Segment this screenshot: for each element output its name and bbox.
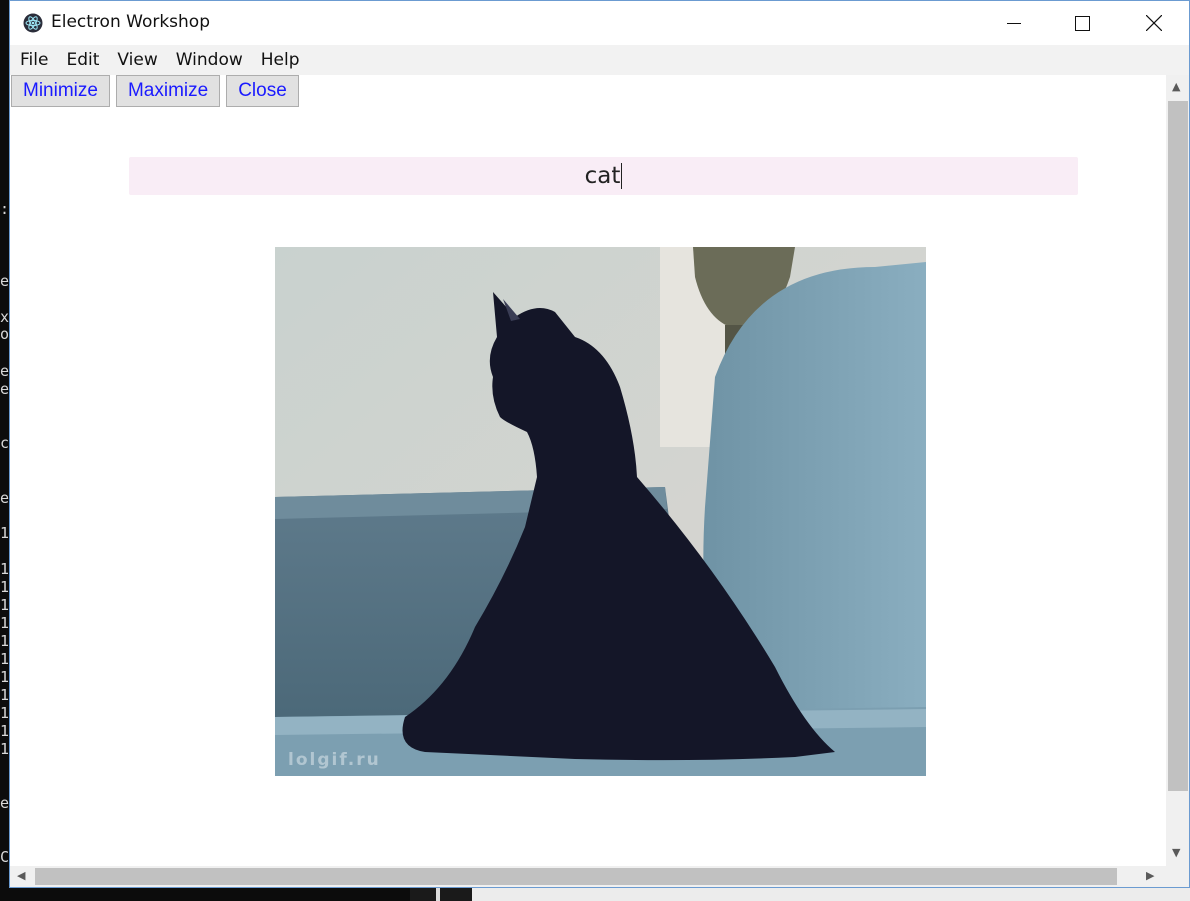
close-button[interactable]: Close (226, 75, 299, 107)
minimize-icon (1007, 23, 1021, 24)
background-terminal-text: 1 (0, 740, 10, 758)
close-icon (1146, 15, 1162, 31)
vertical-scrollbar[interactable]: ▲ ▼ (1166, 75, 1189, 866)
menu-help[interactable]: Help (252, 45, 309, 75)
background-terminal-text: 1 (0, 704, 10, 722)
menu-bar: File Edit View Window Help (10, 45, 1189, 75)
cat-picture (275, 247, 926, 776)
background-window-strip (436, 888, 440, 901)
menu-edit[interactable]: Edit (57, 45, 108, 75)
horizontal-scroll-thumb[interactable] (35, 868, 1117, 885)
title-bar[interactable]: Electron Workshop (10, 1, 1189, 45)
horizontal-scrollbar[interactable]: ◀ ▶ (10, 866, 1166, 887)
minimize-button[interactable]: Minimize (11, 75, 110, 107)
menu-view[interactable]: View (108, 45, 166, 75)
vertical-scroll-thumb[interactable] (1168, 101, 1188, 791)
app-window: Electron Workshop File Edit View Window … (9, 0, 1190, 888)
close-window-button[interactable] (1120, 1, 1188, 45)
window-title: Electron Workshop (51, 12, 211, 32)
background-terminal-text: 1 (0, 632, 10, 650)
background-terminal-text: x (0, 308, 10, 326)
background-terminal-text: 1 (0, 560, 10, 578)
background-terminal-text: : (0, 200, 10, 218)
background-terminal-text: 1 (0, 650, 10, 668)
scroll-right-arrow-icon[interactable]: ▶ (1146, 869, 1154, 882)
maximize-window-button[interactable] (1048, 1, 1116, 45)
background-terminal-text: e (0, 489, 10, 507)
background-terminal-text: 1 (0, 614, 10, 632)
cat-gif-image: lolgif.ru (275, 247, 926, 776)
page-content: Minimize Maximize Close cat lolgif.ru (10, 75, 1166, 866)
minimize-window-button[interactable] (980, 1, 1048, 45)
scroll-left-arrow-icon[interactable]: ◀ (17, 869, 25, 882)
text-caret (621, 163, 623, 189)
search-input-value: cat (584, 163, 621, 189)
background-window-strip (410, 888, 472, 901)
background-terminal-text: 1 (0, 596, 10, 614)
maximize-button[interactable]: Maximize (115, 75, 221, 107)
menu-file[interactable]: File (10, 45, 57, 75)
scroll-up-arrow-icon[interactable]: ▲ (1172, 80, 1180, 93)
background-terminal-text: 1 (0, 686, 10, 704)
menu-window[interactable]: Window (167, 45, 252, 75)
background-terminal-text: 1 (0, 578, 10, 596)
scrollbar-corner (1166, 866, 1189, 887)
background-window-strip (410, 888, 1190, 901)
electron-atom-icon (23, 13, 43, 33)
toolbar: Minimize Maximize Close (10, 75, 299, 107)
background-terminal-text: 1 (0, 524, 10, 542)
search-input[interactable]: cat (129, 157, 1078, 195)
gif-watermark: lolgif.ru (288, 750, 381, 770)
scroll-down-arrow-icon[interactable]: ▼ (1172, 846, 1180, 859)
background-terminal-text: 1 (0, 722, 10, 740)
background-terminal-text: 1 (0, 668, 10, 686)
maximize-icon (1074, 15, 1090, 31)
